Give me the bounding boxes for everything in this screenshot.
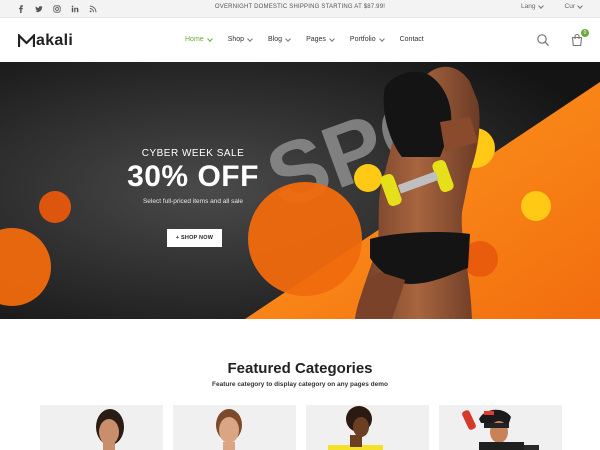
topbar-settings: Lang Cur: [521, 2, 583, 10]
hero-headline: 30% OFF: [127, 160, 259, 193]
currency-label: Cur: [564, 3, 575, 10]
hero-background: SPO: [0, 62, 600, 319]
category-image: [96, 409, 124, 450]
hero-caption: CYBER WEEK SALE 30% OFF Select full-pric…: [118, 148, 268, 205]
nav-label: Portfolio: [349, 36, 376, 43]
featured-categories-subtitle: Feature category to display category on …: [212, 381, 388, 388]
featured-categories-title: Featured Categories: [227, 360, 373, 377]
category-image: [216, 409, 242, 450]
nav-item-portfolio[interactable]: Portfolio: [349, 35, 385, 43]
category-card[interactable]: [439, 405, 562, 450]
logo-mark-icon: [18, 34, 35, 47]
main-header: akali Home Shop Blog Pages Portfolio Con…: [0, 19, 600, 62]
nav-item-contact[interactable]: Contact: [400, 36, 424, 43]
language-selector[interactable]: Lang: [521, 2, 544, 10]
nav-label: Pages: [306, 36, 326, 43]
shop-now-button[interactable]: + SHOP NOW: [167, 229, 222, 247]
chevron-down-icon: [247, 35, 253, 42]
language-label: Lang: [521, 3, 536, 10]
nav-label: Shop: [227, 36, 245, 43]
category-card[interactable]: [173, 405, 296, 450]
main-nav: Home Shop Blog Pages Portfolio Contact: [185, 35, 440, 43]
hero-eyebrow: CYBER WEEK SALE: [141, 148, 245, 159]
chevron-down-icon: [329, 35, 335, 42]
category-cards: [40, 405, 562, 450]
chevron-down-icon: [577, 2, 583, 9]
hero-subtext: Select full-priced items and all sale: [142, 198, 244, 205]
category-image: [328, 406, 383, 450]
site-logo[interactable]: akali: [18, 32, 73, 50]
nav-label: Blog: [268, 36, 283, 43]
header-actions: 0: [536, 29, 589, 47]
cart-button[interactable]: 0: [570, 29, 589, 47]
chevron-down-icon: [285, 35, 291, 42]
chevron-down-icon: [206, 35, 213, 42]
nav-label: Contact: [399, 36, 424, 43]
nav-item-pages[interactable]: Pages: [306, 35, 335, 43]
top-bar: OVERNIGHT DOMESTIC SHIPPING STARTING AT …: [0, 0, 600, 18]
chevron-down-icon: [378, 35, 385, 42]
nav-label: Home: [185, 36, 204, 43]
promo-banner: OVERNIGHT DOMESTIC SHIPPING STARTING AT …: [214, 4, 386, 10]
logo-text: akali: [36, 32, 74, 49]
nav-item-blog[interactable]: Blog: [268, 35, 291, 43]
currency-selector[interactable]: Cur: [564, 2, 583, 10]
search-icon[interactable]: [536, 33, 550, 47]
category-image: [462, 409, 539, 450]
hero-slider: SPO CYBER WEEK SALE 30% OFF Select full-…: [0, 62, 600, 319]
category-card[interactable]: [306, 405, 429, 450]
cart-count-badge: 0: [581, 29, 589, 37]
chevron-down-icon: [537, 2, 544, 9]
nav-item-shop[interactable]: Shop: [227, 35, 253, 43]
nav-item-home[interactable]: Home: [185, 35, 213, 43]
category-card[interactable]: [40, 405, 163, 450]
